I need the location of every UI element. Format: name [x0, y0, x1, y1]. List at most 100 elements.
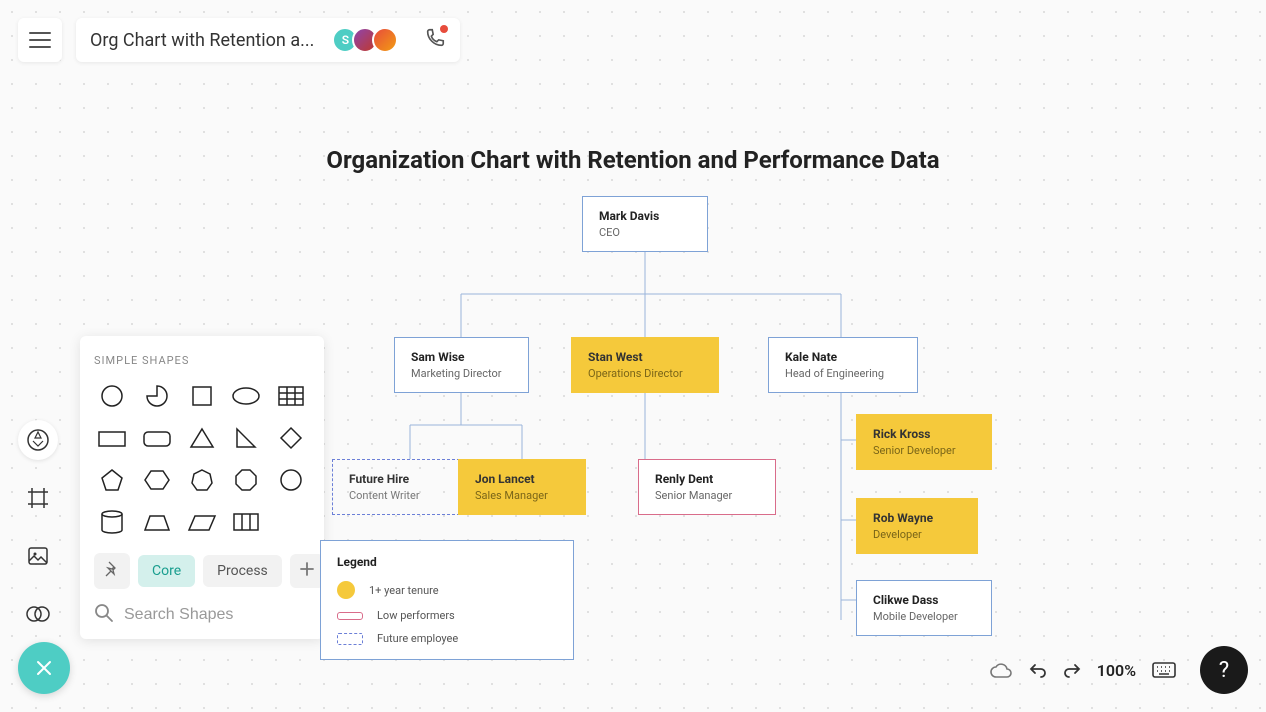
close-icon	[34, 658, 54, 678]
redo-icon	[1063, 662, 1081, 678]
org-node-rick[interactable]: Rick Kross Senior Developer	[856, 414, 992, 470]
shapes-icon	[25, 427, 51, 453]
rail-diagram-button[interactable]	[18, 594, 58, 634]
cloud-sync-button[interactable]	[989, 661, 1013, 679]
notification-dot	[440, 25, 448, 33]
shape-rounded-rect[interactable]	[139, 423, 175, 453]
node-role: Mobile Developer	[873, 610, 975, 623]
shape-grid[interactable]	[228, 507, 264, 537]
node-name: Rob Wayne	[873, 511, 961, 525]
document-title[interactable]: Org Chart with Retention a...	[90, 30, 314, 51]
shape-trapezoid[interactable]	[139, 507, 175, 537]
shape-pie[interactable]	[139, 381, 175, 411]
cloud-icon	[989, 661, 1013, 679]
legend-row-future: Future employee	[337, 632, 557, 645]
org-node-rob[interactable]: Rob Wayne Developer	[856, 498, 978, 554]
close-panel-button[interactable]	[18, 642, 70, 694]
node-role: Developer	[873, 528, 961, 541]
shape-heptagon[interactable]	[184, 465, 220, 495]
org-node-engineering[interactable]: Kale Nate Head of Engineering	[768, 337, 918, 393]
swatch-future	[337, 633, 363, 645]
legend-box[interactable]: Legend 1+ year tenure Low performers Fut…	[320, 540, 574, 660]
shape-hexagon[interactable]	[139, 465, 175, 495]
rail-image-button[interactable]	[18, 536, 58, 576]
swatch-low	[337, 612, 363, 620]
shape-rectangle[interactable]	[94, 423, 130, 453]
org-node-ceo[interactable]: Mark Davis CEO	[582, 196, 708, 252]
shape-triangle[interactable]	[184, 423, 220, 453]
avatar[interactable]	[372, 27, 398, 53]
shapes-panel-header: SIMPLE SHAPES	[94, 354, 310, 367]
shape-parallelogram[interactable]	[184, 507, 220, 537]
shape-ellipse[interactable]	[228, 381, 264, 411]
node-name: Future Hire	[349, 472, 453, 486]
shape-right-triangle[interactable]	[228, 423, 264, 453]
node-name: Stan West	[588, 350, 702, 364]
help-button[interactable]: ?	[1200, 646, 1248, 694]
legend-title: Legend	[337, 555, 557, 569]
undo-button[interactable]	[1029, 662, 1047, 678]
collaborator-avatars: S	[332, 27, 398, 53]
venn-icon	[25, 603, 51, 625]
shape-pentagon[interactable]	[94, 465, 130, 495]
plus-icon	[300, 562, 314, 576]
legend-label: Low performers	[377, 609, 455, 622]
shape-table[interactable]	[273, 381, 309, 411]
pin-icon	[104, 561, 120, 577]
swatch-tenure	[337, 581, 355, 599]
node-role: Operations Director	[588, 367, 702, 380]
node-name: Sam Wise	[411, 350, 512, 364]
zoom-level[interactable]: 100%	[1097, 661, 1136, 680]
title-bar: Org Chart with Retention a... S	[76, 18, 460, 62]
shape-decagon[interactable]	[273, 465, 309, 495]
rail-shapes-button[interactable]	[18, 420, 58, 460]
node-role: Sales Manager	[475, 489, 569, 502]
pin-button[interactable]	[94, 553, 130, 589]
shape-octagon[interactable]	[228, 465, 264, 495]
search-input[interactable]	[124, 606, 331, 624]
legend-label: Future employee	[377, 632, 458, 645]
legend-label: 1+ year tenure	[369, 584, 439, 597]
keyboard-button[interactable]	[1152, 662, 1176, 678]
org-node-operations[interactable]: Stan West Operations Director	[571, 337, 719, 393]
org-node-marketing[interactable]: Sam Wise Marketing Director	[394, 337, 529, 393]
node-role: Head of Engineering	[785, 367, 901, 380]
node-name: Jon Lancet	[475, 472, 569, 486]
node-name: Mark Davis	[599, 209, 691, 223]
org-node-future-hire[interactable]: Future Hire Content Writer	[332, 459, 470, 515]
shape-square[interactable]	[184, 381, 220, 411]
call-button[interactable]	[424, 27, 446, 53]
menu-button[interactable]	[18, 18, 62, 62]
node-name: Renly Dent	[655, 472, 759, 486]
node-role: Content Writer	[349, 489, 453, 502]
tab-process[interactable]: Process	[203, 555, 282, 587]
node-role: Senior Manager	[655, 489, 759, 502]
node-name: Kale Nate	[785, 350, 901, 364]
node-role: Senior Developer	[873, 444, 975, 457]
node-role: CEO	[599, 226, 691, 239]
node-name: Clikwe Dass	[873, 593, 975, 607]
shape-cylinder[interactable]	[94, 507, 130, 537]
add-tab-button[interactable]	[290, 554, 324, 588]
shape-circle[interactable]	[94, 381, 130, 411]
org-node-clikwe[interactable]: Clikwe Dass Mobile Developer	[856, 580, 992, 636]
legend-row-tenure: 1+ year tenure	[337, 581, 557, 599]
org-node-sales[interactable]: Jon Lancet Sales Manager	[458, 459, 586, 515]
hamburger-icon	[29, 31, 51, 49]
shape-diamond[interactable]	[273, 423, 309, 453]
rail-frame-button[interactable]	[18, 478, 58, 518]
org-node-senior-manager[interactable]: Renly Dent Senior Manager	[638, 459, 776, 515]
canvas-title[interactable]: Organization Chart with Retention and Pe…	[326, 146, 939, 174]
tab-core[interactable]: Core	[138, 555, 195, 587]
undo-icon	[1029, 662, 1047, 678]
image-icon	[26, 544, 50, 568]
keyboard-icon	[1152, 662, 1176, 678]
shapes-panel: SIMPLE SHAPES Core Process	[80, 336, 324, 639]
node-name: Rick Kross	[873, 427, 975, 441]
search-icon	[94, 603, 114, 627]
redo-button[interactable]	[1063, 662, 1081, 678]
question-icon: ?	[1219, 658, 1229, 683]
legend-row-low: Low performers	[337, 609, 557, 622]
node-role: Marketing Director	[411, 367, 512, 380]
frame-icon	[26, 486, 50, 510]
